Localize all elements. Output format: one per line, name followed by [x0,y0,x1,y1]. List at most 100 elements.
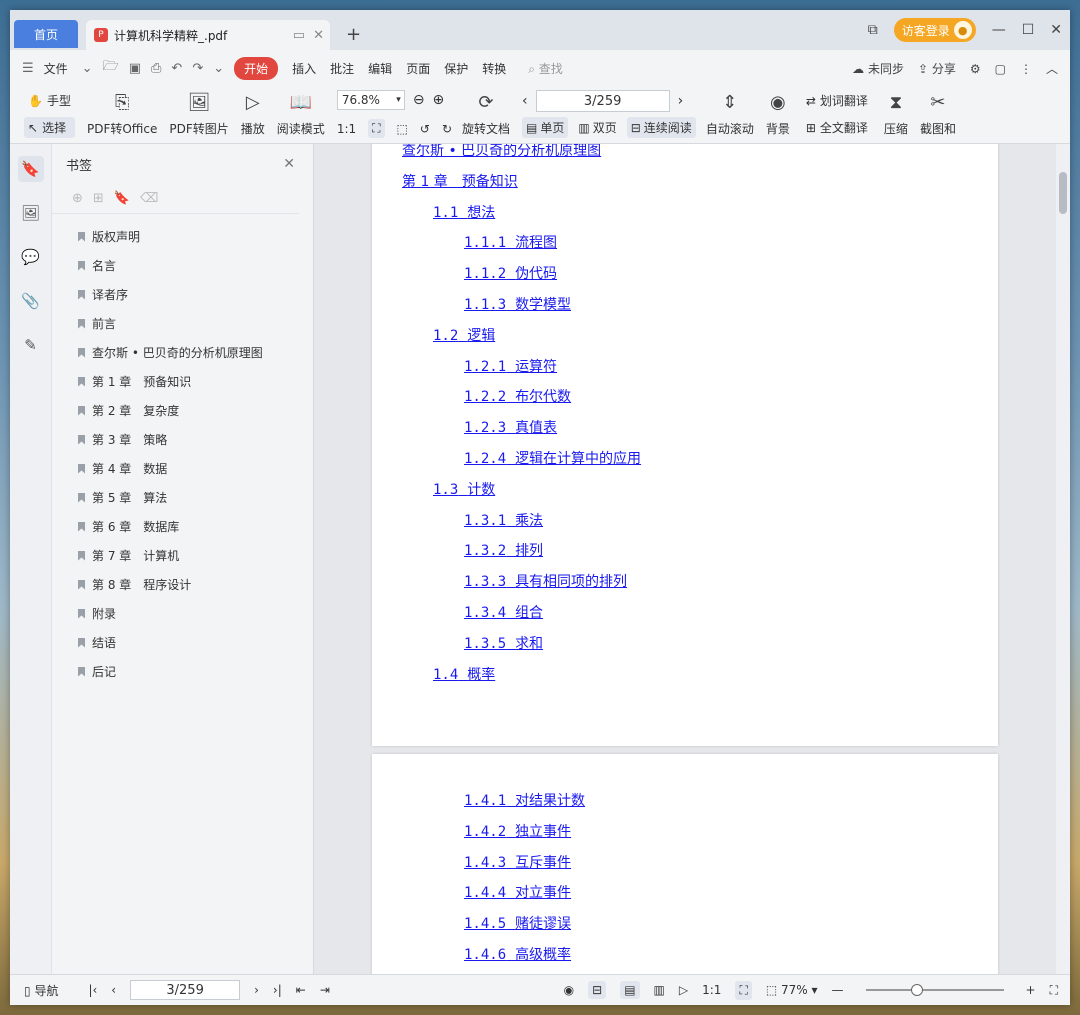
play-button[interactable]: ▷ 播放 [241,86,265,137]
bookmark-item[interactable]: 附录 [78,599,313,628]
pdf-to-office-button[interactable]: ⎘ PDF转Office [87,86,157,137]
word-translate-button[interactable]: ⇄ 划词翻译 [802,90,872,111]
toc-link[interactable]: 1.1.2 伪代码 [464,263,557,283]
toc-link[interactable]: 查尔斯 • 巴贝奇的分析机原理图 [402,144,601,160]
menu-insert[interactable]: 插入 [292,60,316,77]
menu-file[interactable]: 文件 [44,60,68,77]
rotate-left-icon[interactable]: ↺ [420,122,430,136]
next-page-icon[interactable]: › [678,93,684,109]
eye-care-icon[interactable]: ◉ [564,983,574,997]
comment-panel-icon[interactable]: 💬 [18,244,44,270]
hand-tool-button[interactable]: ✋ 手型 [24,90,75,111]
zoom-slider[interactable] [865,984,1004,996]
guest-login-button[interactable]: 访客登录 ● [893,18,976,42]
maximize-icon[interactable]: ☐ [1022,22,1035,38]
toc-link[interactable]: 1.4.2 独立事件 [464,821,571,841]
auto-scroll-button[interactable]: ⇕ 自动滚动 [706,86,754,137]
bookmark-item[interactable]: 第 7 章 计算机 [78,541,313,570]
last-page-icon[interactable]: ›| [273,983,282,997]
close-sidebar-icon[interactable]: ✕ [283,156,295,172]
bookmark-item[interactable]: 查尔斯 • 巴贝奇的分析机原理图 [78,338,313,367]
bookmark-item[interactable]: 后记 [78,657,313,686]
zoom-in-icon[interactable]: + [1026,983,1036,997]
zoom-slider-knob[interactable] [910,984,923,996]
toc-link[interactable]: 1.4.3 互斥事件 [464,852,571,872]
play-icon[interactable]: ▷ [679,983,688,997]
rotate-right-icon[interactable]: ↻ [442,122,452,136]
tab-close-icon[interactable]: ✕ [313,28,324,43]
bookmark-item[interactable]: 第 1 章 预备知识 [78,367,313,396]
close-window-icon[interactable]: ✕ [1050,22,1062,38]
toc-link[interactable]: 1.3.4 组合 [464,602,543,622]
menu-page[interactable]: 页面 [406,60,430,77]
toc-link[interactable]: 1.2.4 逻辑在计算中的应用 [464,448,641,468]
bookmark-item[interactable]: 第 6 章 数据库 [78,512,313,541]
fit-page-icon[interactable]: ⛶ [735,980,752,1000]
bookmark-item[interactable]: 第 5 章 算法 [78,483,313,512]
zoom-in-icon[interactable]: ⊕ [433,92,445,108]
signature-panel-icon[interactable]: ✎ [18,332,44,358]
save-icon[interactable]: ▣ [129,61,141,76]
toc-link[interactable]: 1.2.2 布尔代数 [464,386,571,406]
bookmark-item[interactable]: 第 4 章 数据 [78,454,313,483]
add-child-bookmark-icon[interactable]: ⊞ [93,191,104,206]
menu-annotate[interactable]: 批注 [330,60,354,77]
tab-home[interactable]: 首页 [14,20,78,48]
toc-link[interactable]: 1.4.6 高级概率 [464,944,571,964]
share-button[interactable]: ⇪ 分享 [918,60,956,77]
single-page-button[interactable]: ▤ 单页 [522,117,569,138]
redo-icon[interactable]: ↷ [192,61,203,76]
page-layout-icon[interactable]: ⧉ [868,22,878,38]
fullscreen-icon[interactable]: ⛶ [1050,983,1058,998]
fit-width-icon[interactable]: ⬚ [397,122,408,136]
forward-icon[interactable]: ⇥ [320,983,330,997]
search-box[interactable]: ⌕ 查找 [528,60,563,77]
bookmark-add-icon[interactable]: 🔖 [114,191,130,206]
next-page-icon[interactable]: › [254,983,259,997]
toc-link[interactable]: 1.3 计数 [433,479,495,499]
continuous-view-icon[interactable]: ⊟ [588,981,607,999]
settings-icon[interactable]: ⚙ [970,62,981,76]
sync-status[interactable]: ☁ 未同步 [852,60,904,77]
full-translate-button[interactable]: ⊞ 全文翻译 [802,117,872,138]
toc-link[interactable]: 1.1 想法 [433,202,495,222]
select-tool-button[interactable]: ↖ 选择 [24,117,75,138]
pdf-to-image-button[interactable]: 🖼 PDF转图片 [169,86,228,137]
undo-icon[interactable]: ↶ [171,61,182,76]
toc-link[interactable]: 1.2 逻辑 [433,325,495,345]
toc-link[interactable]: 1.3.1 乘法 [464,510,543,530]
bookmark-panel-icon[interactable]: 🔖 [17,156,44,182]
rotate-document-button[interactable]: ⟳ 旋转文档 [462,86,510,137]
open-folder-icon[interactable]: 🗁 [103,57,119,79]
toc-link[interactable]: 1.4.1 对结果计数 [464,790,585,810]
zoom-out-icon[interactable]: ⊖ [413,92,425,108]
collapse-ribbon-icon[interactable]: ︿ [1046,60,1058,77]
minimize-icon[interactable]: — [992,22,1006,38]
hamburger-icon[interactable]: ☰ [22,61,34,76]
bookmark-remove-icon[interactable]: ⌫ [140,191,158,206]
continuous-read-button[interactable]: ⊟ 连续阅读 [626,117,696,138]
double-page-button[interactable]: ▥ 双页 [574,117,620,138]
screenshot-button[interactable]: ✂ 截图和 [920,86,956,137]
menu-convert[interactable]: 转换 [482,60,506,77]
prev-page-icon[interactable]: ‹ [522,93,528,109]
navigation-button[interactable]: ▯ 导航 [24,982,58,999]
background-button[interactable]: ◉ 背景 [766,86,790,137]
chevron-down-icon[interactable]: ⌄ [82,61,93,76]
compress-button[interactable]: ⧗ 压缩 [884,86,908,137]
more-icon[interactable]: ⋮ [1020,62,1032,76]
page-number-input[interactable]: 3/259 [535,90,670,112]
scrollbar-thumb[interactable] [1059,172,1067,214]
toc-link[interactable]: 1.2.3 真值表 [464,417,557,437]
toc-link[interactable]: 1.3.3 具有相同项的排列 [464,571,627,591]
bookmark-item[interactable]: 译者序 [78,280,313,309]
status-page-input[interactable]: 3/259 [130,980,241,1000]
toc-link[interactable]: 1.1.3 数学模型 [464,294,571,314]
zoom-out-icon[interactable]: — [832,983,844,997]
bookmark-item[interactable]: 结语 [78,628,313,657]
toc-link[interactable]: 1.3.2 排列 [464,540,543,560]
toc-link[interactable]: 1.3.5 求和 [464,633,543,653]
tab-document[interactable]: P 计算机科学精粹_.pdf ▭ ✕ [86,20,330,50]
bookmark-item[interactable]: 第 8 章 程序设计 [78,570,313,599]
toc-link[interactable]: 1.4 概率 [433,664,495,684]
